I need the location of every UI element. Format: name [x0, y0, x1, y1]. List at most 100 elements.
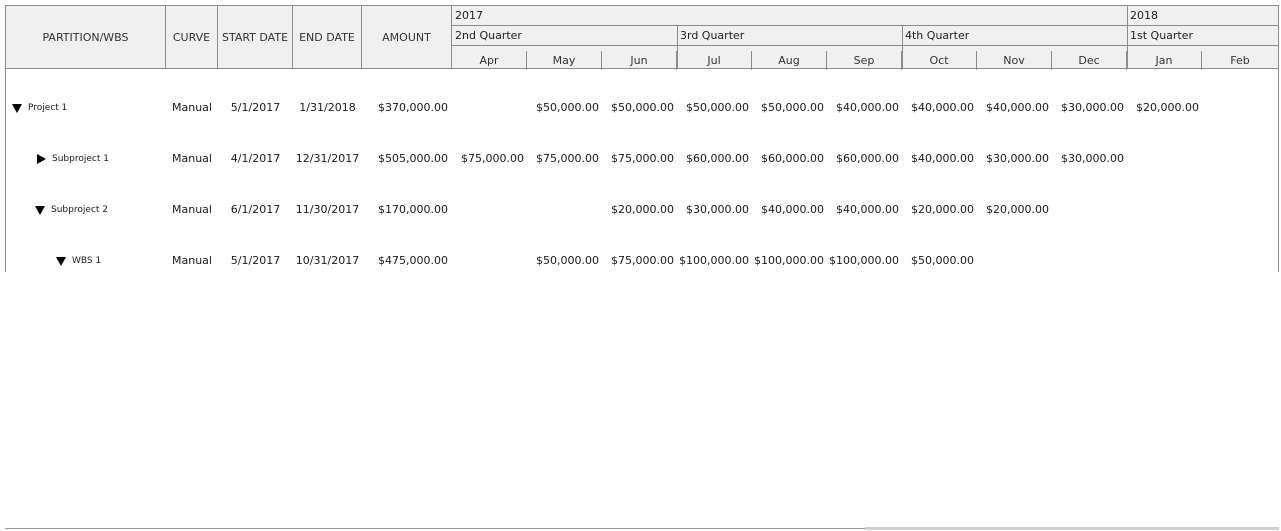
start-date-cell[interactable]: 5/1/2017: [218, 98, 293, 118]
month-value-cell[interactable]: $60,000.00: [827, 149, 899, 169]
grid-body: Project 1 Manual 5/1/2017 1/31/2018 $370,00…: [5, 69, 1279, 272]
amount-cell[interactable]: $505,000.00: [362, 149, 448, 169]
amount-cell[interactable]: $170,000.00: [362, 200, 448, 220]
month-header-aug[interactable]: Aug: [752, 51, 827, 70]
start-date-cell[interactable]: 5/1/2017: [218, 251, 293, 271]
month-value-cell[interactable]: [1052, 200, 1124, 220]
month-value-cell[interactable]: $20,000.00: [1127, 98, 1199, 118]
table-row[interactable]: Subproject 1 Manual 4/1/2017 12/31/2017 $50…: [6, 149, 1278, 169]
curve-cell[interactable]: Manual: [166, 149, 218, 169]
quarter-3-label: 3rd Quarter: [680, 29, 745, 42]
month-header-nov[interactable]: Nov: [977, 51, 1052, 70]
quarter-2-label: 2nd Quarter: [455, 29, 522, 42]
start-date-cell[interactable]: 6/1/2017: [218, 200, 293, 220]
end-date-cell[interactable]: 1/31/2018: [293, 98, 362, 118]
month-value-cell[interactable]: [1202, 251, 1274, 271]
end-date-cell[interactable]: 11/30/2017: [293, 200, 362, 220]
tree-node[interactable]: Project 1: [12, 98, 67, 118]
start-date-cell[interactable]: 4/1/2017: [218, 149, 293, 169]
amount-cell[interactable]: $475,000.00: [362, 251, 448, 271]
column-header-partition-wbs[interactable]: PARTITION/WBS: [6, 6, 166, 68]
month-header-feb[interactable]: Feb: [1202, 51, 1278, 70]
table-row[interactable]: Project 1 Manual 5/1/2017 1/31/2018 $370,00…: [6, 98, 1278, 118]
header-divider: [452, 25, 1278, 26]
month-value-cell[interactable]: $20,000.00: [602, 200, 674, 220]
month-value-cell[interactable]: [452, 200, 524, 220]
month-value-cell[interactable]: $60,000.00: [677, 149, 749, 169]
month-value-cell[interactable]: $40,000.00: [827, 98, 899, 118]
month-value-cell[interactable]: $50,000.00: [527, 98, 599, 118]
month-header-sep[interactable]: Sep: [827, 51, 902, 70]
year-2017-label: 2017: [455, 9, 483, 22]
month-value-cell[interactable]: $100,000.00: [827, 251, 899, 271]
month-header-jun[interactable]: Jun: [602, 51, 677, 70]
month-value-cell[interactable]: [1052, 251, 1124, 271]
column-header-curve[interactable]: CURVE: [166, 6, 218, 68]
month-value-cell[interactable]: $40,000.00: [902, 149, 974, 169]
month-value-cell[interactable]: [977, 251, 1049, 271]
month-value-cell[interactable]: $75,000.00: [452, 149, 524, 169]
horizontal-scrollbar[interactable]: [865, 527, 1279, 530]
month-value-cell[interactable]: [1127, 200, 1199, 220]
header-divider: [452, 45, 1278, 46]
month-value-cell[interactable]: $100,000.00: [677, 251, 749, 271]
tree-node[interactable]: WBS 1: [56, 251, 101, 271]
collapse-arrow-icon[interactable]: [35, 205, 45, 215]
month-value-cell[interactable]: [1202, 149, 1274, 169]
month-value-cell[interactable]: $30,000.00: [1052, 98, 1124, 118]
month-value-cell[interactable]: $40,000.00: [827, 200, 899, 220]
quarter-4-label: 4th Quarter: [905, 29, 970, 42]
month-header-jul[interactable]: Jul: [677, 51, 752, 70]
month-header-oct[interactable]: Oct: [902, 51, 977, 70]
month-value-cell[interactable]: $100,000.00: [752, 251, 824, 271]
month-value-cell[interactable]: $50,000.00: [677, 98, 749, 118]
quarter-1-label: 1st Quarter: [1130, 29, 1194, 42]
node-label: Subproject 1: [52, 154, 109, 164]
month-value-cell[interactable]: $40,000.00: [752, 200, 824, 220]
month-header-jan[interactable]: Jan: [1127, 51, 1202, 70]
month-value-cell[interactable]: $50,000.00: [602, 98, 674, 118]
month-value-cell[interactable]: $20,000.00: [977, 200, 1049, 220]
tree-node[interactable]: Subproject 2: [35, 200, 108, 220]
month-header-apr[interactable]: Apr: [452, 51, 527, 70]
month-value-cell[interactable]: $75,000.00: [602, 251, 674, 271]
column-header-end-date[interactable]: END DATE: [293, 6, 362, 68]
month-value-cell[interactable]: [452, 98, 524, 118]
month-value-cell[interactable]: [527, 200, 599, 220]
amount-cell[interactable]: $370,000.00: [362, 98, 448, 118]
curve-cell[interactable]: Manual: [166, 200, 218, 220]
collapse-arrow-icon[interactable]: [12, 103, 22, 113]
column-header-start-date[interactable]: START DATE: [218, 6, 293, 68]
month-value-cell[interactable]: [452, 251, 524, 271]
month-value-cell[interactable]: $60,000.00: [752, 149, 824, 169]
month-value-cell[interactable]: $50,000.00: [902, 251, 974, 271]
tree-node[interactable]: Subproject 1: [37, 149, 109, 169]
month-value-cell[interactable]: $30,000.00: [977, 149, 1049, 169]
node-label: Project 1: [28, 103, 68, 113]
column-header-amount[interactable]: AMOUNT: [362, 6, 452, 68]
month-value-cell[interactable]: [1202, 200, 1274, 220]
table-row[interactable]: WBS 1 Manual 5/1/2017 10/31/2017 $475,000.0…: [6, 251, 1278, 271]
month-value-cell[interactable]: $30,000.00: [677, 200, 749, 220]
month-header-may[interactable]: May: [527, 51, 602, 70]
month-value-cell[interactable]: $20,000.00: [902, 200, 974, 220]
month-value-cell[interactable]: [1202, 98, 1274, 118]
month-value-cell[interactable]: $75,000.00: [602, 149, 674, 169]
curve-cell[interactable]: Manual: [166, 251, 218, 271]
month-value-cell[interactable]: $40,000.00: [902, 98, 974, 118]
end-date-cell[interactable]: 10/31/2017: [293, 251, 362, 271]
month-value-cell[interactable]: $50,000.00: [752, 98, 824, 118]
month-value-cell[interactable]: $75,000.00: [527, 149, 599, 169]
collapse-arrow-icon[interactable]: [56, 256, 66, 266]
curve-cell[interactable]: Manual: [166, 98, 218, 118]
month-value-cell[interactable]: $40,000.00: [977, 98, 1049, 118]
month-value-cell[interactable]: $50,000.00: [527, 251, 599, 271]
end-date-cell[interactable]: 12/31/2017: [293, 149, 362, 169]
expand-arrow-icon[interactable]: [37, 154, 46, 164]
grid-header: PARTITION/WBS CURVE START DATE END DATE …: [5, 5, 1279, 70]
table-row[interactable]: Subproject 2 Manual 6/1/2017 11/30/2017 $17…: [6, 200, 1278, 220]
month-value-cell[interactable]: [1127, 149, 1199, 169]
month-header-dec[interactable]: Dec: [1052, 51, 1127, 70]
month-value-cell[interactable]: [1127, 251, 1199, 271]
month-value-cell[interactable]: $30,000.00: [1052, 149, 1124, 169]
